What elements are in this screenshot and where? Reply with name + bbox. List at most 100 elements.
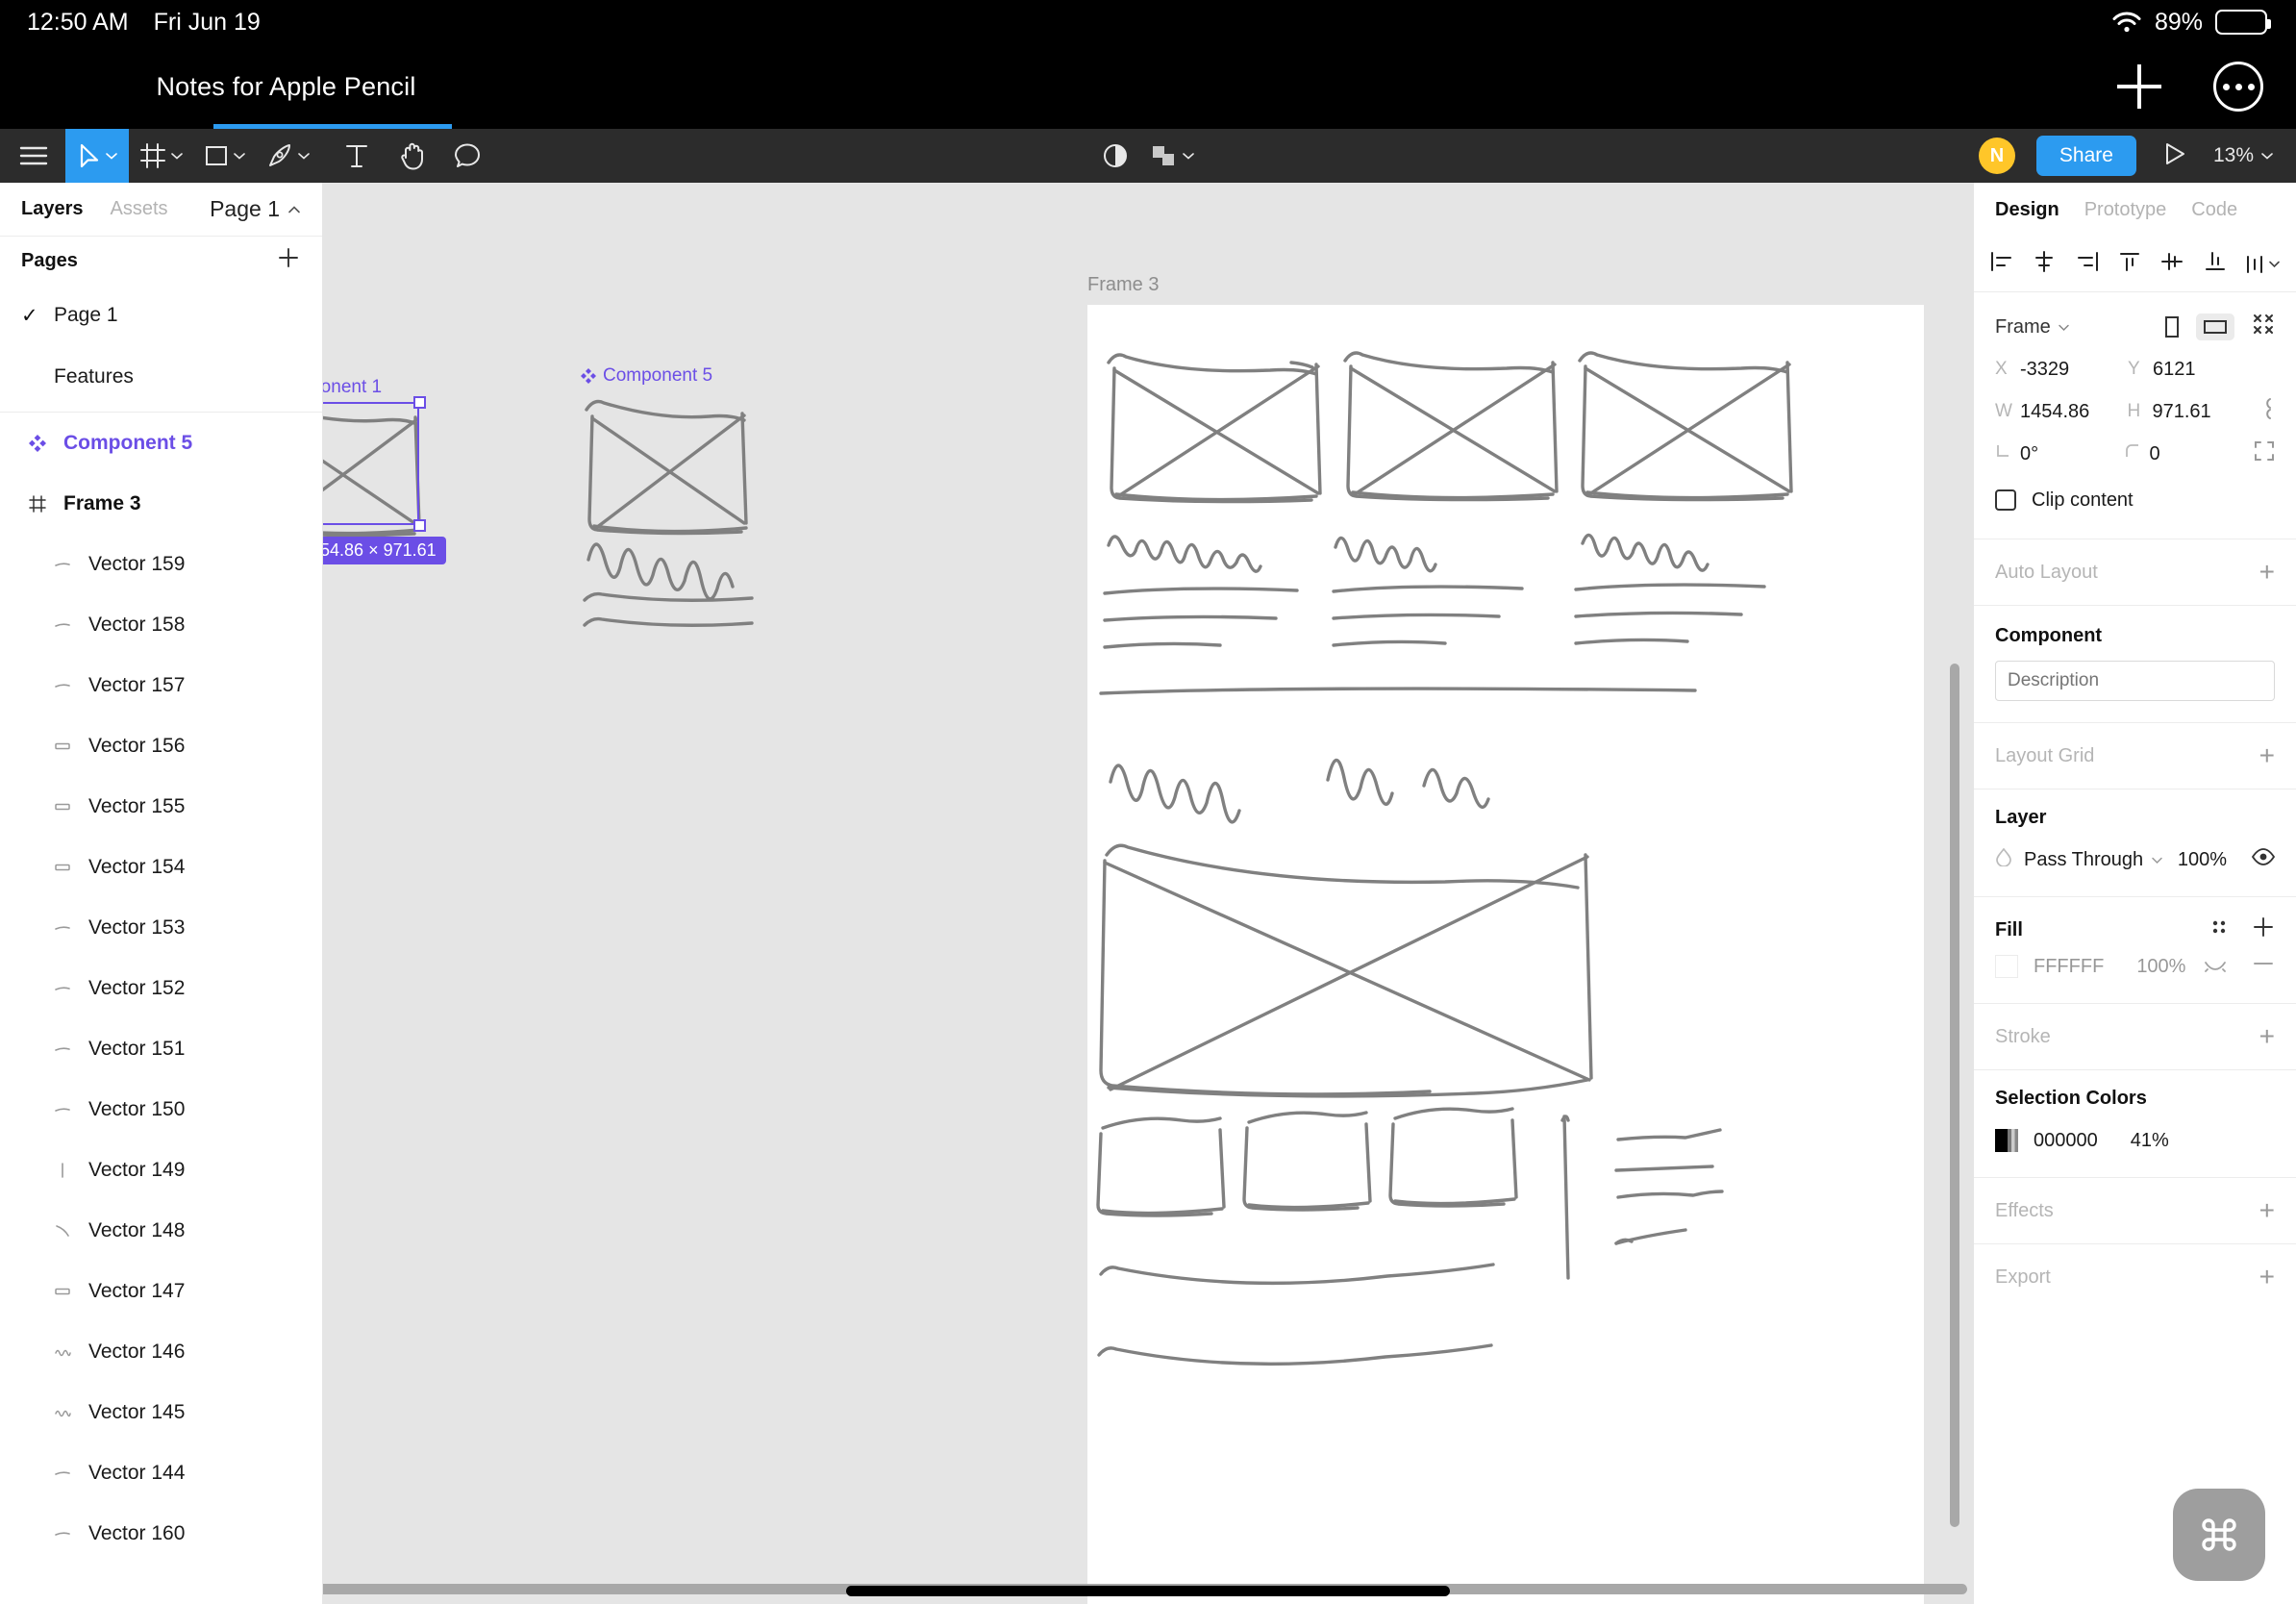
layer-row[interactable]: Vector 156 [0, 715, 322, 776]
add-fill-icon[interactable] [2252, 915, 2275, 944]
layer-row[interactable]: Vector 152 [0, 958, 322, 1018]
selection-color-hex[interactable]: 000000 [2034, 1130, 2098, 1152]
frame-tool[interactable] [129, 129, 192, 183]
x-value[interactable]: -3329 [2020, 359, 2069, 381]
layer-row[interactable]: Frame 3 [0, 473, 322, 534]
shape-tool[interactable] [192, 129, 256, 183]
layer-row[interactable]: Vector 150 [0, 1079, 322, 1140]
layer-row[interactable]: Vector 148 [0, 1200, 322, 1261]
layer-row[interactable]: Vector 157 [0, 655, 322, 715]
layer-row[interactable]: Vector 147 [0, 1261, 322, 1321]
layer-row[interactable]: Component 5 [0, 413, 322, 473]
canvas-component-5-label[interactable]: Component 5 [581, 365, 712, 387]
avatar[interactable]: N [1978, 138, 2015, 174]
clip-content-row[interactable]: Clip content [1995, 479, 2275, 521]
add-effect-icon[interactable]: + [2259, 1197, 2275, 1224]
boolean-tool[interactable] [1140, 129, 1204, 183]
resize-to-fit-icon[interactable] [2252, 313, 2275, 341]
align-right-icon[interactable] [2075, 250, 2100, 279]
move-tool[interactable] [65, 129, 129, 183]
eye-visible-icon[interactable] [2251, 848, 2276, 871]
corner-radius-value[interactable]: 0 [2150, 443, 2160, 465]
layer-row[interactable]: Vector 153 [0, 897, 322, 958]
layer-row[interactable]: Vector 158 [0, 594, 322, 655]
add-stroke-icon[interactable]: + [2259, 1023, 2275, 1050]
text-tool[interactable] [329, 129, 385, 183]
comment-tool[interactable] [440, 129, 496, 183]
zoom-level-control[interactable]: 13% [2213, 144, 2273, 167]
frame-3[interactable] [1087, 305, 1924, 1604]
hand-tool[interactable] [385, 129, 440, 183]
remove-fill-icon[interactable] [2252, 952, 2275, 981]
clip-content-checkbox[interactable] [1995, 489, 2016, 511]
layer-row[interactable]: Vector 145 [0, 1382, 322, 1442]
add-layout-grid-icon[interactable]: + [2259, 742, 2275, 769]
pen-tool[interactable] [256, 129, 319, 183]
link-constrain-icon[interactable] [2259, 397, 2275, 426]
align-top-icon[interactable] [2117, 250, 2142, 279]
layer-row[interactable]: Vector 143 [0, 1564, 322, 1566]
tab-prototype[interactable]: Prototype [2084, 199, 2167, 221]
share-button[interactable]: Share [2035, 136, 2136, 176]
page-item-page-1[interactable]: ✓ Page 1 [0, 285, 322, 346]
align-vertical-center-icon[interactable] [2159, 250, 2184, 279]
layer-row[interactable]: Vector 151 [0, 1018, 322, 1079]
fill-hex-value[interactable]: FFFFFF [2034, 956, 2104, 978]
tab-layers[interactable]: Layers [21, 198, 84, 220]
chevron-down-icon[interactable] [2058, 323, 2070, 332]
more-options-icon[interactable] [2213, 62, 2263, 112]
mixed-color-swatch-icon[interactable] [1995, 1129, 2018, 1152]
align-bottom-icon[interactable] [2203, 250, 2228, 279]
selection-handle-bottom-right[interactable] [413, 519, 426, 532]
align-horizontal-center-icon[interactable] [2032, 250, 2057, 279]
mask-tool[interactable] [1090, 129, 1140, 183]
layer-row[interactable]: Vector 144 [0, 1442, 322, 1503]
command-shortcut-button[interactable] [2173, 1489, 2265, 1581]
blend-mode-value[interactable]: Pass Through [2024, 849, 2143, 871]
h-value[interactable]: 971.61 [2153, 401, 2211, 423]
present-play-icon[interactable] [2158, 141, 2192, 171]
canvas-component-1-label[interactable]: Component 1 [323, 377, 382, 398]
add-page-icon[interactable] [276, 245, 301, 276]
fill-opacity-value[interactable]: 100% [2136, 956, 2185, 978]
frame-type-label[interactable]: Frame [1995, 316, 2051, 338]
layer-row[interactable]: Vector 160 [0, 1503, 322, 1564]
distribute-icon[interactable] [2245, 253, 2281, 276]
landscape-orientation-icon[interactable] [2196, 313, 2234, 340]
add-export-icon[interactable]: + [2259, 1264, 2275, 1291]
fill-color-swatch[interactable] [1995, 955, 2018, 978]
portrait-orientation-icon[interactable] [2158, 311, 2186, 343]
chevron-down-icon[interactable] [2151, 856, 2163, 865]
add-auto-layout-icon[interactable]: + [2259, 559, 2275, 586]
design-canvas[interactable]: Frame 3 Component 5 onent 1 54.86 × 971.… [323, 183, 1973, 1604]
layer-opacity-value[interactable]: 100% [2178, 849, 2227, 871]
page-item-features[interactable]: Features [0, 346, 322, 408]
layer-row[interactable]: Vector 149 [0, 1140, 322, 1200]
canvas-vertical-scrollbar[interactable] [1950, 664, 1959, 1527]
add-icon[interactable] [2117, 64, 2161, 109]
frame-label[interactable]: Frame 3 [1087, 274, 1159, 296]
fill-styles-icon[interactable] [2209, 917, 2229, 942]
w-value[interactable]: 1454.86 [2020, 401, 2089, 423]
component-description-input[interactable] [1995, 661, 2275, 701]
layer-row[interactable]: Vector 159 [0, 534, 322, 594]
selection-handle-top-right[interactable] [413, 396, 426, 409]
rotation-value[interactable]: 0° [2020, 443, 2038, 465]
component-5-sketch[interactable] [581, 390, 773, 631]
document-tab[interactable]: Notes for Apple Pencil [0, 44, 572, 129]
layers-list[interactable]: Component 5 Frame 3 Vector 159 Vector 158 Ve… [0, 413, 322, 1566]
selection-color-row[interactable]: 000000 41% [1995, 1119, 2275, 1162]
align-left-icon[interactable] [1989, 250, 2014, 279]
tab-design[interactable]: Design [1995, 199, 2059, 221]
layer-row[interactable]: Vector 154 [0, 837, 322, 897]
page-selector[interactable]: Page 1 [210, 196, 301, 222]
layer-row[interactable]: Vector 155 [0, 776, 322, 837]
y-value[interactable]: 6121 [2153, 359, 2196, 381]
selection-color-opacity[interactable]: 41% [2131, 1130, 2169, 1152]
tab-assets[interactable]: Assets [111, 198, 168, 220]
hamburger-menu-icon[interactable] [0, 129, 65, 183]
layer-row[interactable]: Vector 146 [0, 1321, 322, 1382]
eye-hidden-icon[interactable] [2204, 956, 2227, 978]
independent-corners-icon[interactable] [2254, 440, 2275, 467]
tab-code[interactable]: Code [2191, 199, 2237, 221]
